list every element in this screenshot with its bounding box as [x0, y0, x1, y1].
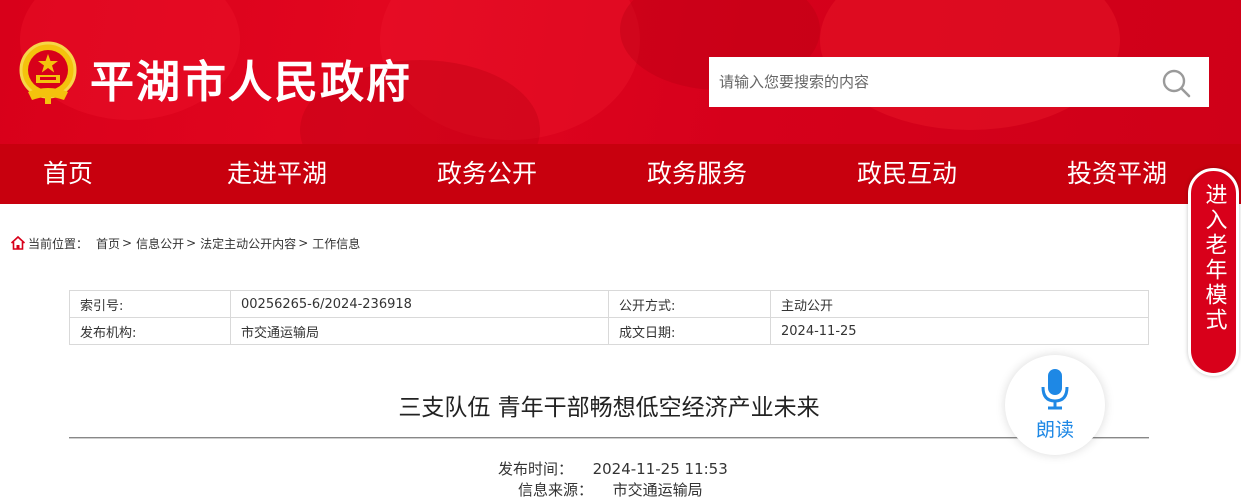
nav-item-interaction[interactable]: 政民互动	[857, 144, 957, 204]
elder-mode-button[interactable]: 进入老年模式	[1188, 168, 1239, 376]
index-number-value: 00256265-6/2024-236918	[230, 290, 609, 318]
publish-time-value: 2024-11-25 11:53	[592, 460, 728, 478]
nav-item-government-affairs[interactable]: 政务公开	[437, 144, 537, 204]
site-title: 平湖市人民政府	[90, 57, 412, 108]
nav-item-about-pinghu[interactable]: 走进平湖	[227, 144, 327, 204]
source-label: 信息来源：	[518, 481, 594, 499]
breadcrumb-home[interactable]: 首页	[96, 235, 120, 252]
document-date-label: 成文日期:	[608, 317, 771, 345]
microphone-icon	[1041, 369, 1069, 410]
metadata-table: 索引号: 00256265-6/2024-236918 公开方式: 主动公开 发…	[69, 290, 1149, 345]
breadcrumb-prefix: 当前位置：	[28, 236, 89, 251]
search-box	[709, 57, 1209, 107]
page: 平湖市人民政府 首页 走进平湖 政务公开 政务服务 政民互动 投资平湖 进入老年…	[0, 0, 1241, 501]
breadcrumb-separator: >	[186, 236, 197, 250]
main-nav: 首页 走进平湖 政务公开 政务服务 政民互动 投资平湖	[0, 144, 1241, 204]
search-icon[interactable]	[1161, 68, 1191, 98]
open-method-value: 主动公开	[770, 290, 1149, 318]
article-title: 三支队伍 青年干部畅想低空经济产业未来	[398, 395, 820, 421]
breadcrumb-separator: >	[122, 236, 133, 250]
read-aloud-button[interactable]: 朗读	[1005, 355, 1105, 455]
nav-item-home[interactable]: 首页	[43, 144, 93, 204]
nav-item-investment[interactable]: 投资平湖	[1067, 144, 1167, 204]
breadcrumb: 当前位置： 首页 > 信息公开 > 法定主动公开内容 > 工作信息	[10, 234, 360, 252]
read-aloud-label: 朗读	[1035, 419, 1074, 441]
table-row: 索引号: 00256265-6/2024-236918 公开方式: 主动公开	[69, 290, 1149, 318]
source-value: 市交通运输局	[612, 481, 703, 499]
breadcrumb-work-info[interactable]: 工作信息	[312, 235, 360, 252]
table-row: 发布机构: 市交通运输局 成文日期: 2024-11-25	[69, 317, 1149, 345]
search-input[interactable]	[709, 59, 1149, 105]
elder-mode-label: 进入老年模式	[1201, 183, 1227, 333]
publish-time-row: 发布时间： 2024-11-25 11:53	[498, 458, 728, 479]
source-row: 信息来源： 市交通运输局	[518, 479, 703, 500]
index-number-label: 索引号:	[69, 290, 231, 318]
publish-time-label: 发布时间：	[498, 460, 574, 478]
breadcrumb-separator: >	[298, 236, 309, 250]
breadcrumb-info-disclosure[interactable]: 信息公开	[136, 235, 184, 252]
national-emblem-icon	[19, 41, 77, 104]
publisher-value: 市交通运输局	[230, 317, 609, 345]
breadcrumb-statutory-content[interactable]: 法定主动公开内容	[200, 235, 296, 252]
header-banner: 平湖市人民政府	[0, 0, 1241, 144]
home-icon	[10, 235, 26, 250]
document-date-value: 2024-11-25	[770, 317, 1149, 345]
nav-item-government-services[interactable]: 政务服务	[647, 144, 747, 204]
open-method-label: 公开方式:	[608, 290, 771, 318]
title-divider	[69, 437, 1149, 439]
publisher-label: 发布机构:	[69, 317, 231, 345]
